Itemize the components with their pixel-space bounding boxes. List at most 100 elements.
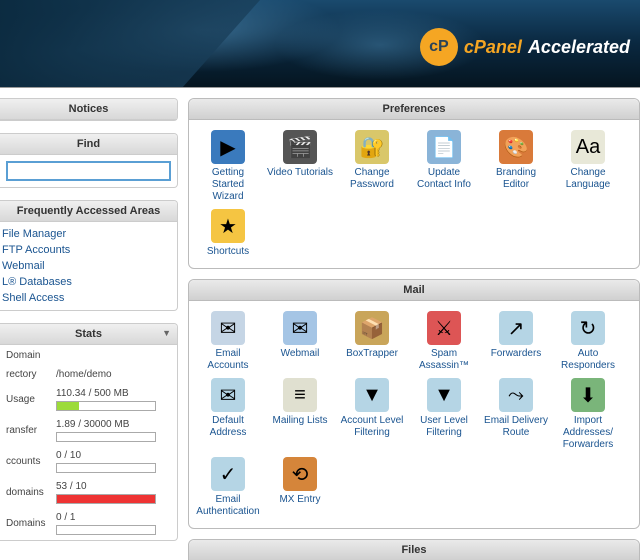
item-user-level-filtering[interactable]: ▼ User Level Filtering — [409, 376, 479, 453]
item-boxtrapper[interactable]: 📦 BoxTrapper — [337, 309, 407, 374]
item-icon: ✉ — [211, 378, 245, 412]
item-change-language[interactable]: Aa Change Language — [553, 128, 623, 205]
stat-bar — [56, 463, 156, 473]
item-icon: 🎬 — [283, 130, 317, 164]
item-email-authentication[interactable]: ✓ Email Authentication — [193, 455, 263, 520]
stat-value: /home/demo — [52, 366, 175, 383]
item-change-password[interactable]: 🔐 Change Password — [337, 128, 407, 205]
item-label: Getting Started Wizard — [195, 167, 261, 203]
stat-row: Domains0 / 1 — [2, 509, 175, 538]
stat-label: ransfer — [2, 416, 50, 445]
item-icon: 🎨 — [499, 130, 533, 164]
item-branding-editor[interactable]: 🎨 Branding Editor — [481, 128, 551, 205]
recent-link-2[interactable]: Webmail — [2, 258, 175, 274]
item-forwarders[interactable]: ↗ Forwarders — [481, 309, 551, 374]
stat-row: rectory/home/demo — [2, 366, 175, 383]
item-update-contact-info[interactable]: 📄Update Contact Info — [409, 128, 479, 205]
item-webmail[interactable]: ✉Webmail — [265, 309, 335, 374]
item-icon: ↗ — [499, 311, 533, 345]
stats-panel: Stats Domainrectory/home/demoUsage110.34… — [0, 323, 178, 541]
stat-value: 53 / 10 — [52, 478, 175, 507]
item-email-delivery-route[interactable]: ⤳Email Delivery Route — [481, 376, 551, 453]
notices-header: Notices — [0, 99, 177, 120]
category-header[interactable]: Preferences — [189, 99, 639, 120]
item-label: Branding Editor — [483, 167, 549, 191]
stat-row: ransfer1.89 / 30000 MB — [2, 416, 175, 445]
stat-value: 0 / 1 — [52, 509, 175, 538]
sidebar: Notices Find Frequently Accessed Areas F… — [0, 88, 178, 560]
find-input[interactable] — [6, 161, 171, 181]
logo-mark-icon — [420, 28, 458, 66]
content-area: Preferences ▶Getting Started Wizard 🎬 Video… — [178, 88, 640, 560]
stat-label: domains — [2, 478, 50, 507]
item-label: Account Level Filtering — [339, 415, 405, 439]
recent-link-1[interactable]: FTP Accounts — [2, 242, 175, 258]
item-icon: ▼ — [355, 378, 389, 412]
stat-bar — [56, 525, 156, 535]
item-label: Email Delivery Route — [483, 415, 549, 439]
item-label: Video Tutorials — [267, 167, 333, 179]
item-mailing-lists[interactable]: ≡Mailing Lists — [265, 376, 335, 453]
recent-panel: Frequently Accessed Areas File ManagerFT… — [0, 200, 178, 311]
logo-tagline-text: Accelerated — [528, 37, 630, 58]
item-spam-assassin-[interactable]: ⚔ Spam Assassin™ — [409, 309, 479, 374]
item-label: User Level Filtering — [411, 415, 477, 439]
stat-value: 110.34 / 500 MB — [52, 385, 175, 414]
item-label: Spam Assassin™ — [411, 348, 477, 372]
item-getting-started-wizard[interactable]: ▶Getting Started Wizard — [193, 128, 263, 205]
item-label: Email Authentication — [195, 494, 261, 518]
category-header[interactable]: Mail — [189, 280, 639, 301]
stat-label: Domains — [2, 509, 50, 538]
item-label: Default Address — [195, 415, 261, 439]
item-label: Shortcuts — [195, 246, 261, 258]
stat-bar — [56, 494, 156, 504]
category-mail: Mail✉Email Accounts✉Webmail📦BoxTrapper⚔S… — [188, 279, 640, 529]
stat-row: Usage110.34 / 500 MB — [2, 385, 175, 414]
item-icon: ▶ — [211, 130, 245, 164]
item-default-address[interactable]: ✉ Default Address — [193, 376, 263, 453]
item-icon: ⚔ — [427, 311, 461, 345]
item-account-level-filtering[interactable]: ▼ Account Level Filtering — [337, 376, 407, 453]
item-import-addresses-forwarders[interactable]: ⬇Import Addresses/ Forwarders — [553, 376, 623, 453]
find-panel: Find — [0, 133, 178, 188]
stat-value: 0 / 10 — [52, 447, 175, 476]
recent-link-4[interactable]: Shell Access — [2, 290, 175, 306]
stats-header[interactable]: Stats — [0, 324, 177, 345]
item-label: Change Language — [555, 167, 621, 191]
item-label: Change Password — [339, 167, 405, 191]
item-icon: 📦 — [355, 311, 389, 345]
item-icon: ✓ — [211, 457, 245, 491]
item-label: BoxTrapper — [339, 348, 405, 360]
recent-link-3[interactable]: L® Databases — [2, 274, 175, 290]
item-icon: ↻ — [571, 311, 605, 345]
find-header: Find — [0, 134, 177, 155]
cpanel-logo: cPanel Accelerated — [420, 28, 630, 66]
item-icon: ✉ — [283, 311, 317, 345]
recent-list: File ManagerFTP AccountsWebmailL® Databa… — [0, 222, 177, 310]
category-header[interactable]: Files — [189, 540, 639, 560]
item-label: Forwarders — [483, 348, 549, 360]
item-icon: ≡ — [283, 378, 317, 412]
recent-link-0[interactable]: File Manager — [2, 226, 175, 242]
item-video-tutorials[interactable]: 🎬 Video Tutorials — [265, 128, 335, 205]
stat-bar — [56, 401, 156, 411]
stat-value: 1.89 / 30000 MB — [52, 416, 175, 445]
item-shortcuts[interactable]: ★ Shortcuts — [193, 207, 263, 260]
header-banner: cPanel Accelerated — [0, 0, 640, 88]
item-icon: ▼ — [427, 378, 461, 412]
item-label: Email Accounts — [195, 348, 261, 372]
item-auto-responders[interactable]: ↻Auto Responders — [553, 309, 623, 374]
item-icon: Aa — [571, 130, 605, 164]
category-preferences: Preferences ▶Getting Started Wizard 🎬 Video… — [188, 98, 640, 269]
item-label: Import Addresses/ Forwarders — [555, 415, 621, 451]
item-mx-entry[interactable]: ⟲MX Entry — [265, 455, 335, 520]
item-icon: ★ — [211, 209, 245, 243]
recent-header: Frequently Accessed Areas — [0, 201, 177, 222]
category-body: ✉Email Accounts✉Webmail📦BoxTrapper⚔Spam … — [189, 301, 639, 528]
item-email-accounts[interactable]: ✉Email Accounts — [193, 309, 263, 374]
stat-label: ccounts — [2, 447, 50, 476]
item-icon: 🔐 — [355, 130, 389, 164]
stat-label: Usage — [2, 385, 50, 414]
item-icon: 📄 — [427, 130, 461, 164]
logo-brand-text: cPanel — [464, 37, 522, 58]
